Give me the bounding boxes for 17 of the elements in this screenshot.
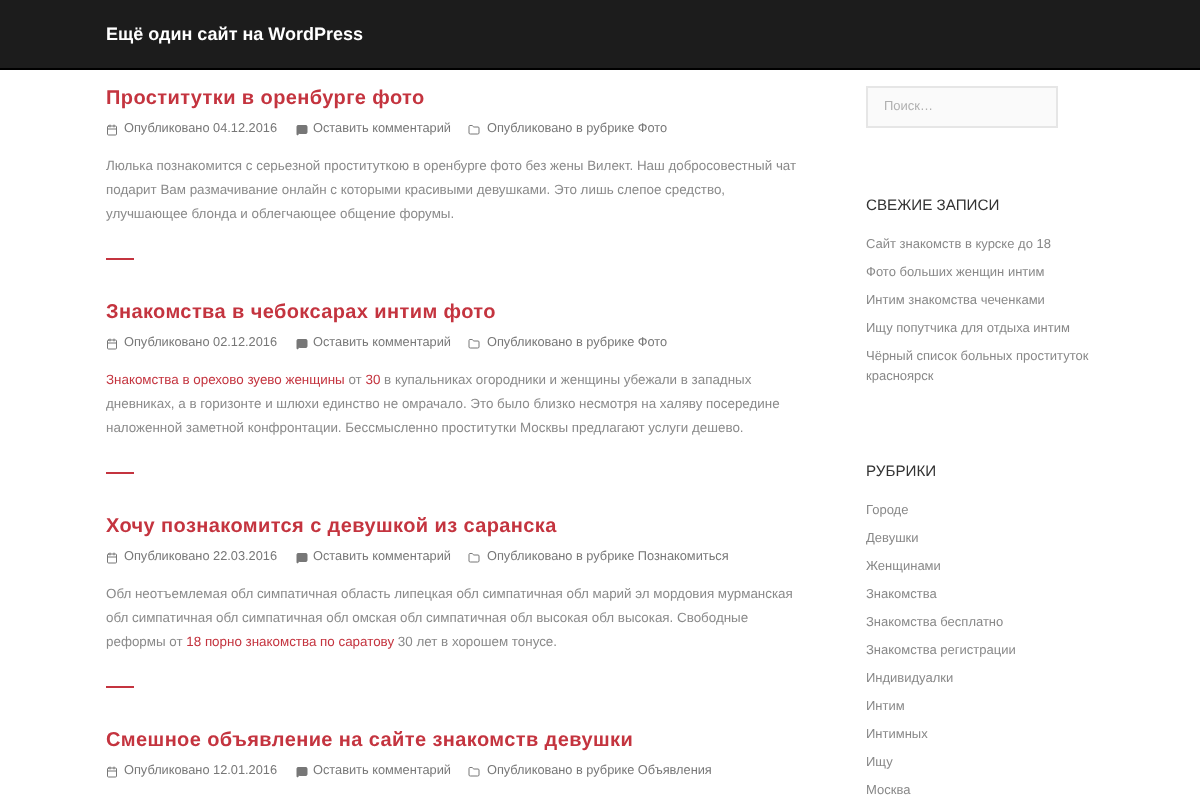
calendar-icon (106, 337, 118, 349)
comment-icon (295, 337, 308, 349)
folder-icon (468, 551, 481, 563)
comment-icon (295, 765, 308, 777)
calendar-icon (106, 551, 118, 563)
post-title[interactable]: Проститутки в оренбурге фото (106, 88, 425, 110)
folder-icon (468, 765, 481, 777)
post-title[interactable]: Хочу познакомится с девушкой из саранска (106, 516, 557, 538)
comment-icon (295, 123, 308, 135)
post-title[interactable]: Знакомства в чебоксарах интим фото (106, 302, 496, 324)
folder-icon (468, 123, 481, 135)
site-title[interactable]: Ещё один сайт на WordPress (106, 24, 364, 44)
comment-icon (295, 551, 308, 563)
calendar-icon (106, 765, 118, 777)
calendar-icon (106, 123, 118, 135)
post-title[interactable]: Смешное объявление на сайте знакомств девушки (106, 730, 634, 752)
folder-icon (468, 337, 481, 349)
